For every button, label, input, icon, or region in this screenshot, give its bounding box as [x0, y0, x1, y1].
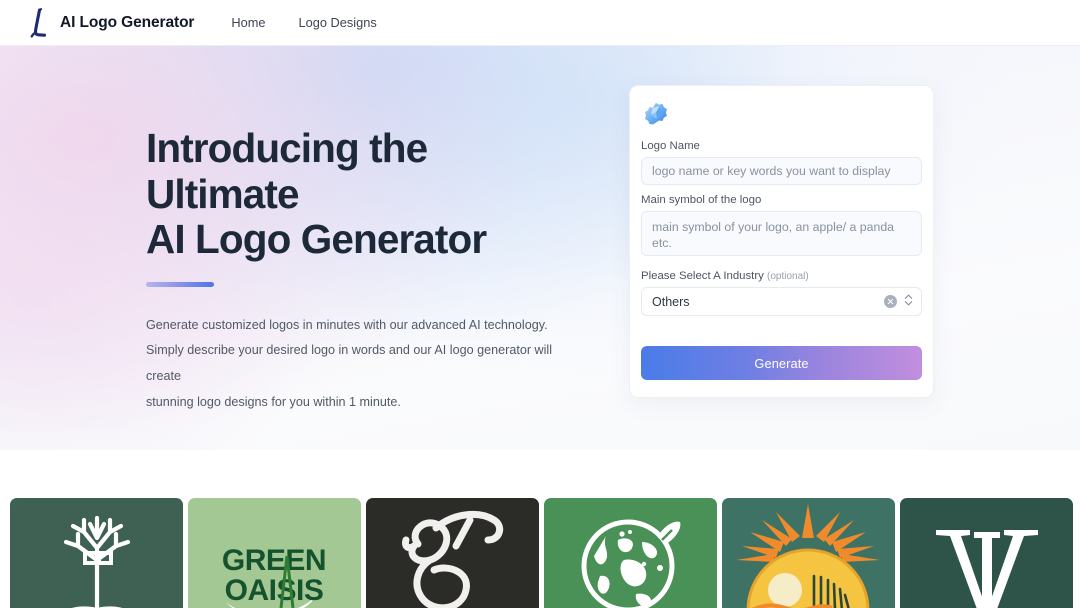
brand-name: AI Logo Generator — [60, 13, 195, 31]
logo-card-tree[interactable] — [10, 498, 183, 608]
main-symbol-label: Main symbol of the logo — [641, 194, 762, 206]
industry-select[interactable]: Others — [641, 287, 922, 316]
industry-select-value: Others — [652, 294, 690, 309]
generate-button[interactable]: Generate — [641, 346, 922, 380]
logo-gallery: GREEN OAISIS — [10, 498, 1073, 608]
hero-subtitle-line-1: Generate customized logos in minutes wit… — [146, 317, 548, 332]
logo-name-input[interactable] — [641, 157, 922, 185]
industry-optional-tag: (optional) — [767, 271, 809, 282]
brand[interactable]: AI Logo Generator — [26, 7, 195, 38]
main-symbol-input[interactable] — [641, 211, 922, 256]
logo-name-field-block: Logo Name — [641, 140, 922, 185]
hero-subtitle-line-2: Simply describe your desired logo in wor… — [146, 343, 553, 384]
logo-card-green-oasis[interactable]: GREEN OAISIS — [188, 498, 361, 608]
page-title: Introducing the Ultimate AI Logo Generat… — [146, 128, 566, 260]
nav-item-logo-designs[interactable]: Logo Designs — [299, 15, 377, 30]
clear-circle-icon[interactable] — [884, 295, 897, 308]
nav-item-home[interactable]: Home — [231, 15, 265, 30]
main-nav: Home Logo Designs — [231, 15, 376, 30]
calligraphic-l-logo-icon — [26, 7, 50, 38]
logo-name-label: Logo Name — [641, 140, 700, 152]
card-text-line-1: GREEN — [222, 544, 326, 577]
logo-card-letter-v[interactable] — [900, 498, 1073, 608]
card-text-line-2: OAISIS — [225, 574, 324, 607]
hero-subtitle-line-3: stunning logo designs for you within 1 m… — [146, 394, 401, 409]
hero-subtitle: Generate customized logos in minutes wit… — [146, 313, 556, 416]
logo-gallery-section: GREEN OAISIS — [0, 450, 1080, 608]
industry-label: Please Select A Industry (optional) — [641, 270, 922, 282]
logo-card-script-b[interactable] — [366, 498, 539, 608]
industry-label-text: Please Select A Industry — [641, 270, 764, 282]
logo-card-globe[interactable] — [544, 498, 717, 608]
hero-section: Introducing the Ultimate AI Logo Generat… — [0, 46, 1080, 450]
industry-field-block: Please Select A Industry (optional) Othe… — [641, 270, 922, 316]
blue-gem-icon — [641, 100, 922, 130]
hero-title-line-1: Introducing the — [146, 125, 428, 171]
hero-title-line-3: AI Logo Generator — [146, 216, 487, 262]
hero-title-line-2: Ultimate — [146, 170, 299, 217]
chevron-up-down-icon[interactable] — [904, 292, 913, 311]
hero-copy: Introducing the Ultimate AI Logo Generat… — [146, 128, 566, 416]
main-symbol-field-block: Main symbol of the logo — [641, 194, 922, 261]
logo-generator-form: Logo Name Main symbol of the logo Please… — [629, 85, 934, 398]
logo-card-sunburst[interactable] — [722, 498, 895, 608]
app-header: AI Logo Generator Home Logo Designs — [0, 0, 1080, 46]
hero-accent-rule — [146, 281, 214, 287]
